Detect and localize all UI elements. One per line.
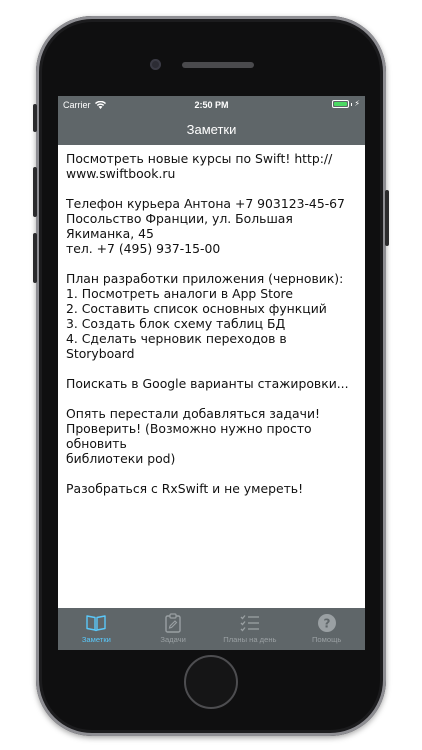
front-camera [150,59,161,70]
battery-tip [351,102,353,106]
charging-icon: ⚡ [354,99,360,108]
tab-daily-plans-label: Планы на день [223,635,277,644]
tab-help[interactable]: ? Помощь [288,608,365,650]
status-bar: Carrier 2:50 PM ⚡ [58,96,365,114]
battery-indicator: ⚡ [332,100,360,108]
earpiece-speaker [182,62,254,68]
tab-notes[interactable]: Заметки [58,608,135,650]
status-time: 2:50 PM [194,100,229,110]
tab-tasks[interactable]: Задачи [135,608,212,650]
note-text[interactable]: Посмотреть новые курсы по Swift! http://… [58,145,365,496]
clipboard-icon [162,613,184,633]
volume-down-button [33,233,37,283]
navigation-bar: Заметки [58,114,365,145]
help-icon: ? [316,613,338,633]
checklist-icon [239,613,261,633]
book-icon [85,613,107,633]
app-screen: Carrier 2:50 PM ⚡ Заметки Посмотреть нов… [58,96,365,650]
mute-switch [33,104,37,132]
svg-text:?: ? [323,617,330,631]
power-button [385,190,389,246]
tab-notes-label: Заметки [81,635,111,644]
tab-daily-plans[interactable]: Планы на день [212,608,289,650]
nav-title: Заметки [186,122,237,137]
home-button[interactable] [184,655,238,709]
battery-icon [332,100,350,108]
tab-bar: Заметки Задачи Планы на день ? Помощь [58,608,365,650]
battery-level [334,102,348,106]
volume-up-button [33,167,37,217]
tab-help-label: Помощь [311,635,342,644]
tab-tasks-label: Задачи [160,635,186,644]
note-editor[interactable]: Посмотреть новые курсы по Swift! http://… [58,145,365,608]
